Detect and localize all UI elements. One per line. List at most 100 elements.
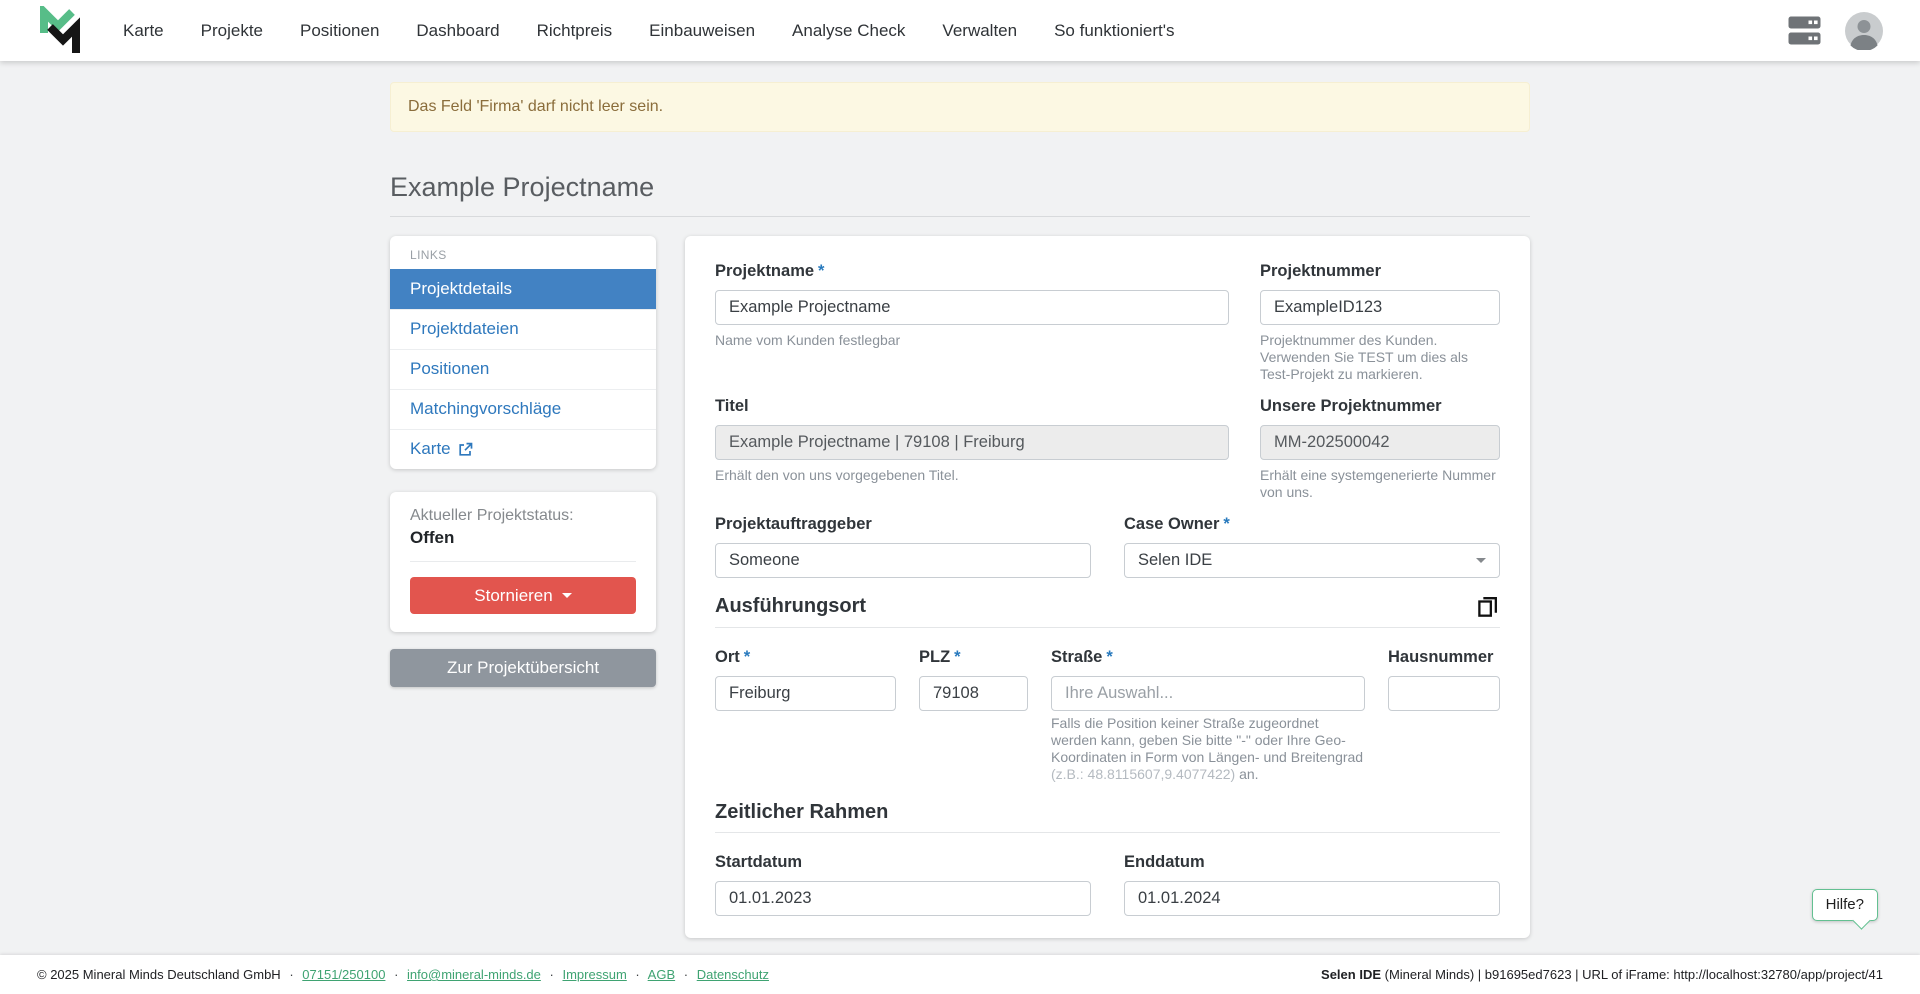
case-owner-label: Case Owner* bbox=[1124, 515, 1500, 534]
external-link-icon bbox=[458, 442, 473, 457]
strasse-helper: Falls die Position keiner Straße zugeord… bbox=[1051, 715, 1365, 783]
zeitlicher-rahmen-heading: Zeitlicher Rahmen bbox=[715, 801, 888, 824]
sidebar-item-matchingvorschlaege[interactable]: Matchingvorschläge bbox=[390, 389, 656, 429]
projektnummer-input[interactable] bbox=[1260, 290, 1500, 325]
ort-field: Ort* bbox=[715, 648, 896, 711]
required-asterisk: * bbox=[744, 648, 750, 666]
required-asterisk: * bbox=[1106, 648, 1112, 666]
enddatum-input[interactable] bbox=[1124, 881, 1500, 916]
strasse-input[interactable] bbox=[1051, 676, 1365, 711]
status-value: Offen bbox=[410, 528, 636, 548]
footer-link-impressum[interactable]: Impressum bbox=[562, 967, 626, 982]
unsere-projektnummer-helper: Erhält eine systemgenerierte Nummer von … bbox=[1260, 467, 1500, 501]
sidebar-item-karte[interactable]: Karte bbox=[390, 429, 656, 469]
top-navbar: Karte Projekte Positionen Dashboard Rich… bbox=[0, 0, 1920, 61]
validation-alert: Das Feld 'Firma' darf nicht leer sein. bbox=[390, 82, 1530, 132]
required-asterisk: * bbox=[818, 262, 824, 280]
strasse-label: Straße* bbox=[1051, 648, 1365, 667]
status-label: Aktueller Projektstatus: bbox=[410, 507, 636, 525]
help-button[interactable]: Hilfe? bbox=[1812, 889, 1878, 921]
nav-item-einbauweisen[interactable]: Einbauweisen bbox=[649, 21, 755, 41]
nav-item-verwalten[interactable]: Verwalten bbox=[942, 21, 1017, 41]
enddatum-label: Enddatum bbox=[1124, 853, 1500, 872]
nav-item-so-funktionierts[interactable]: So funktioniert's bbox=[1054, 21, 1174, 41]
project-status-card: Aktueller Projektstatus: Offen Storniere… bbox=[390, 492, 656, 632]
startdatum-field: Startdatum bbox=[715, 853, 1091, 916]
cancel-project-button[interactable]: Stornieren bbox=[410, 577, 636, 614]
nav-item-karte[interactable]: Karte bbox=[123, 21, 164, 41]
links-card: LINKS Projektdetails Projektdateien Posi… bbox=[390, 236, 656, 469]
unsere-projektnummer-label: Unsere Projektnummer bbox=[1260, 397, 1500, 416]
projektauftraggeber-field: Projektauftraggeber bbox=[715, 515, 1091, 578]
nav-item-dashboard[interactable]: Dashboard bbox=[416, 21, 499, 41]
footer-link-phone[interactable]: 07151/250100 bbox=[302, 967, 385, 982]
plz-input[interactable] bbox=[919, 676, 1028, 711]
ausfuehrungsort-divider bbox=[715, 627, 1500, 628]
hausnummer-label: Hausnummer bbox=[1388, 648, 1500, 667]
caret-down-icon bbox=[1476, 558, 1486, 563]
footer-left: © 2025 Mineral Minds Deutschland GmbH · … bbox=[37, 967, 769, 982]
nav-item-positionen[interactable]: Positionen bbox=[300, 21, 379, 41]
projektnummer-label: Projektnummer bbox=[1260, 262, 1500, 281]
footer-link-datenschutz[interactable]: Datenschutz bbox=[697, 967, 769, 982]
mineral-minds-logo[interactable] bbox=[37, 6, 83, 56]
ort-input[interactable] bbox=[715, 676, 896, 711]
zeitlicher-rahmen-section-header: Zeitlicher Rahmen bbox=[715, 801, 1500, 824]
case-owner-select[interactable]: Selen IDE bbox=[1124, 543, 1500, 578]
session-details: (Mineral Minds) | b91695ed7623 | URL of … bbox=[1381, 967, 1883, 982]
footer-link-agb[interactable]: AGB bbox=[648, 967, 675, 982]
project-details-form: Projektname* Name vom Kunden festlegbar … bbox=[685, 236, 1530, 938]
ort-label: Ort* bbox=[715, 648, 896, 667]
projektauftraggeber-input[interactable] bbox=[715, 543, 1091, 578]
nav-item-richtpreis[interactable]: Richtpreis bbox=[537, 21, 613, 41]
required-asterisk: * bbox=[954, 648, 960, 666]
page-title: Example Projectname bbox=[390, 172, 1530, 203]
unsere-projektnummer-input bbox=[1260, 425, 1500, 460]
account-avatar-icon[interactable] bbox=[1845, 12, 1883, 50]
ausfuehrungsort-section-header: Ausführungsort bbox=[715, 594, 1500, 619]
sidebar-item-label: Karte bbox=[410, 439, 451, 459]
projektname-field: Projektname* Name vom Kunden festlegbar bbox=[715, 262, 1229, 383]
unsere-projektnummer-field: Unsere Projektnummer Erhält eine systemg… bbox=[1260, 397, 1500, 501]
sidebar-item-projektdetails[interactable]: Projektdetails bbox=[390, 269, 656, 309]
left-sidebar: LINKS Projektdetails Projektdateien Posi… bbox=[390, 236, 656, 687]
plz-label: PLZ* bbox=[919, 648, 1028, 667]
nav-item-analyse-check[interactable]: Analyse Check bbox=[792, 21, 905, 41]
required-asterisk: * bbox=[1223, 515, 1229, 533]
footer-session-info: Selen IDE (Mineral Minds) | b91695ed7623… bbox=[1321, 967, 1883, 982]
nav-item-projekte[interactable]: Projekte bbox=[201, 21, 263, 41]
copy-address-button[interactable] bbox=[1475, 594, 1500, 619]
project-overview-button[interactable]: Zur Projektübersicht bbox=[390, 649, 656, 687]
projektname-label: Projektname* bbox=[715, 262, 1229, 281]
zeitlicher-rahmen-divider bbox=[715, 832, 1500, 833]
hausnummer-input[interactable] bbox=[1388, 676, 1500, 711]
copy-icon bbox=[1475, 594, 1500, 619]
sidebar-item-label: Positionen bbox=[410, 359, 489, 379]
footer-link-email[interactable]: info@mineral-minds.de bbox=[407, 967, 541, 982]
ausfuehrungsort-heading: Ausführungsort bbox=[715, 595, 866, 618]
plz-field: PLZ* bbox=[919, 648, 1028, 711]
projektnummer-field: Projektnummer Projektnummer des Kunden. … bbox=[1260, 262, 1500, 383]
session-user: Selen IDE bbox=[1321, 967, 1381, 982]
main-menu: Karte Projekte Positionen Dashboard Rich… bbox=[123, 21, 1175, 41]
billing-terminal-icon[interactable] bbox=[1788, 16, 1821, 45]
sidebar-item-label: Projektdetails bbox=[410, 279, 512, 299]
links-card-header: LINKS bbox=[390, 236, 656, 269]
case-owner-selected-value: Selen IDE bbox=[1138, 551, 1212, 570]
status-divider bbox=[410, 561, 636, 562]
sidebar-item-positionen[interactable]: Positionen bbox=[390, 349, 656, 389]
startdatum-input[interactable] bbox=[715, 881, 1091, 916]
projektnummer-helper: Projektnummer des Kunden. Verwenden Sie … bbox=[1260, 332, 1500, 383]
titel-field: Titel Erhält den von uns vorgegebenen Ti… bbox=[715, 397, 1229, 501]
projektname-input[interactable] bbox=[715, 290, 1229, 325]
projektauftraggeber-label: Projektauftraggeber bbox=[715, 515, 1091, 534]
title-divider bbox=[390, 216, 1530, 217]
logo-icon bbox=[37, 6, 83, 56]
sidebar-item-projektdateien[interactable]: Projektdateien bbox=[390, 309, 656, 349]
copyright-text: © 2025 Mineral Minds Deutschland GmbH bbox=[37, 967, 281, 982]
strasse-field: Straße* bbox=[1051, 648, 1365, 711]
case-owner-field: Case Owner* Selen IDE bbox=[1124, 515, 1500, 578]
projektname-helper: Name vom Kunden festlegbar bbox=[715, 332, 1229, 349]
enddatum-field: Enddatum bbox=[1124, 853, 1500, 916]
caret-down-icon bbox=[562, 593, 572, 598]
